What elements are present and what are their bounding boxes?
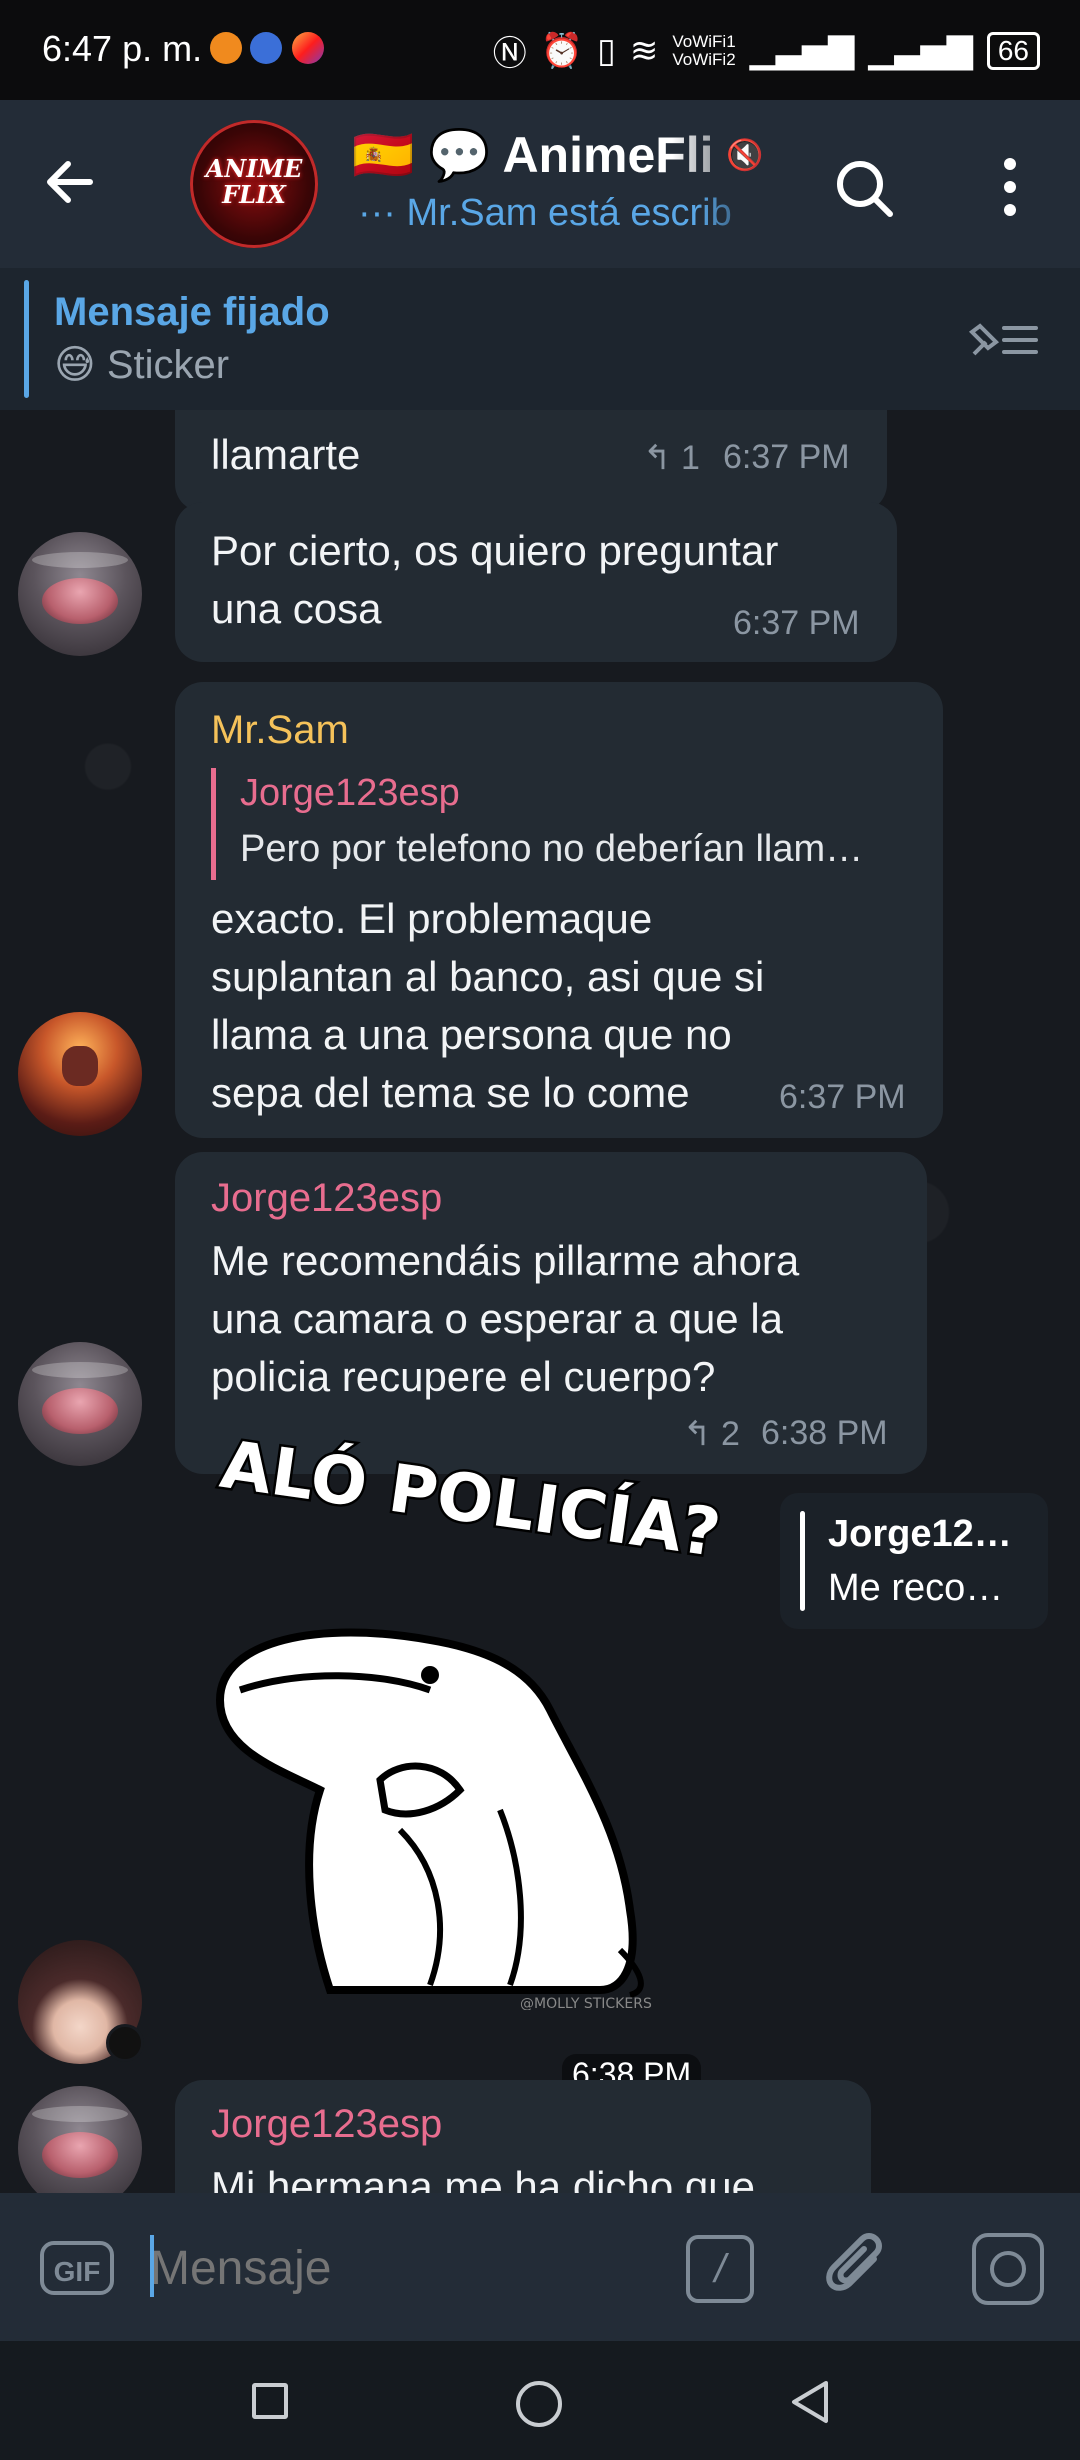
battery-indicator: 66 <box>986 31 1040 70</box>
message-bubble[interactable]: Jorge123esp Mi hermana me ha dicho que <box>175 2080 871 2193</box>
group-avatar-logo: ANIME FLIX <box>205 154 303 209</box>
camera-button[interactable] <box>972 2233 1044 2305</box>
system-back-button[interactable] <box>786 2377 836 2427</box>
notification-app-icon <box>250 32 282 64</box>
message-input-bar: GIF / <box>0 2193 1080 2341</box>
message-text: Mi hermana me ha dicho que <box>211 2163 755 2193</box>
pinned-text: 😅 Sticker <box>54 343 230 387</box>
home-button[interactable] <box>516 2381 562 2427</box>
message-bubble[interactable]: llamarte ↰ 1 6:37 PM <box>175 410 887 512</box>
message-input[interactable] <box>150 2233 670 2303</box>
vibrate-icon: ▯ <box>597 31 616 70</box>
triangle-back-icon <box>792 2381 828 2423</box>
message-bubble[interactable]: Mr.Sam Jorge123esp Pero por telefono no … <box>175 682 943 1138</box>
gif-button[interactable]: GIF <box>40 2241 114 2295</box>
message-time: 6:37 PM <box>733 604 860 642</box>
pinned-list-button[interactable] <box>968 318 1040 362</box>
sticker-credit: @MOLLY STICKERS <box>520 1996 652 2010</box>
message-text: exacto. El problemaque suplantan al banc… <box>211 895 765 1116</box>
message-bubble[interactable]: Por cierto, os quiero preguntar una cosa… <box>175 502 897 662</box>
message-text: Por cierto, os quiero preguntar una cosa <box>211 527 779 632</box>
paperclip-icon <box>826 2233 882 2291</box>
user-avatar[interactable] <box>18 532 142 656</box>
reply-count[interactable]: ↰ 1 <box>643 438 700 478</box>
back-arrow-icon <box>47 161 93 203</box>
bot-commands-button[interactable]: / <box>686 2235 754 2303</box>
search-button[interactable] <box>826 150 906 230</box>
search-icon <box>837 161 893 217</box>
message-time: 6:37 PM <box>779 1078 906 1116</box>
user-avatar[interactable] <box>18 1342 142 1466</box>
status-bar: 6:47 p. m. Ⓝ ⏰ ▯ ≋ VoWiFi1 VoWiFi2 ▁▃▅▇ … <box>0 0 1080 100</box>
more-vert-icon <box>1004 158 1016 216</box>
sticker-reply-quote[interactable]: Jorge12… Me reco… <box>780 1493 1048 1629</box>
pinned-title: Mensaje fijado <box>54 290 330 334</box>
chat-header: ANIME FLIX 🇪🇸 💬 AnimeFli 🔇 ··· Mr.Sam es… <box>0 100 1080 268</box>
recents-button[interactable] <box>252 2383 288 2419</box>
message-time: 6:37 PM <box>723 438 850 476</box>
alarm-icon: ⏰ <box>540 31 584 70</box>
user-avatar[interactable] <box>18 2086 142 2193</box>
chat-title[interactable]: 🇪🇸 💬 AnimeFli <box>352 126 762 186</box>
sender-name[interactable]: Jorge123esp <box>211 2102 442 2147</box>
system-nav-bar <box>0 2341 1080 2460</box>
sender-name[interactable]: Mr.Sam <box>211 708 349 753</box>
instagram-icon <box>292 32 324 64</box>
signal-icon: ▁▃▅▇ <box>868 31 973 70</box>
nfc-icon: Ⓝ <box>492 35 527 73</box>
quote-text: Me reco… <box>828 1567 1004 1609</box>
quote-text: Pero por telefono no deberían llam… <box>240 828 864 870</box>
back-button[interactable] <box>40 152 120 216</box>
typing-status: ··· Mr.Sam está escrib <box>358 192 768 242</box>
chat-messages[interactable]: llamarte ↰ 1 6:37 PM Por cierto, os quie… <box>0 410 1080 2193</box>
mute-icon: 🔇 <box>726 139 764 172</box>
message-time: 6:38 PM <box>761 1414 888 1452</box>
signal-icon: ▁▃▅▇ <box>749 31 855 70</box>
pinned-indicator <box>24 280 29 398</box>
sticker-image: ALÓ POLICÍA? @MOLLY STICKERS <box>213 1422 720 2010</box>
message-text: Me recomendáis pillarme ahora una camara… <box>211 1237 800 1400</box>
pinned-message-bar[interactable]: Mensaje fijado 😅 Sticker <box>0 268 1080 410</box>
status-indicators: Ⓝ ⏰ ▯ ≋ VoWiFi1 VoWiFi2 ▁▃▅▇ ▁▃▅▇ 66 <box>493 26 1040 75</box>
quote-bar <box>800 1511 805 1611</box>
vowifi-label: VoWiFi1 VoWiFi2 <box>672 31 736 69</box>
sticker-message[interactable]: ALÓ POLICÍA? @MOLLY STICKERS 6:38 PM <box>200 1422 720 2095</box>
text-cursor <box>150 2235 154 2297</box>
sender-name[interactable]: Jorge123esp <box>211 1176 442 1221</box>
attach-button[interactable] <box>820 2229 900 2309</box>
quote-sender: Jorge123esp <box>240 772 460 814</box>
reply-quote[interactable]: Jorge123esp Pero por telefono no debería… <box>211 768 916 880</box>
wifi-icon: ≋ <box>629 31 659 70</box>
user-avatar[interactable] <box>18 1012 142 1136</box>
status-dot <box>106 2024 144 2062</box>
message-text: llamarte <box>211 431 361 478</box>
pin-list-icon <box>968 323 1038 356</box>
more-options-button[interactable] <box>990 152 1030 222</box>
notification-app-icon <box>210 32 242 64</box>
sticker-caption: ALÓ POLICÍA? <box>216 1425 720 1572</box>
status-time: 6:47 p. m. <box>42 28 203 69</box>
group-avatar[interactable]: ANIME FLIX <box>190 120 318 248</box>
quote-sender: Jorge12… <box>828 1513 1012 1555</box>
